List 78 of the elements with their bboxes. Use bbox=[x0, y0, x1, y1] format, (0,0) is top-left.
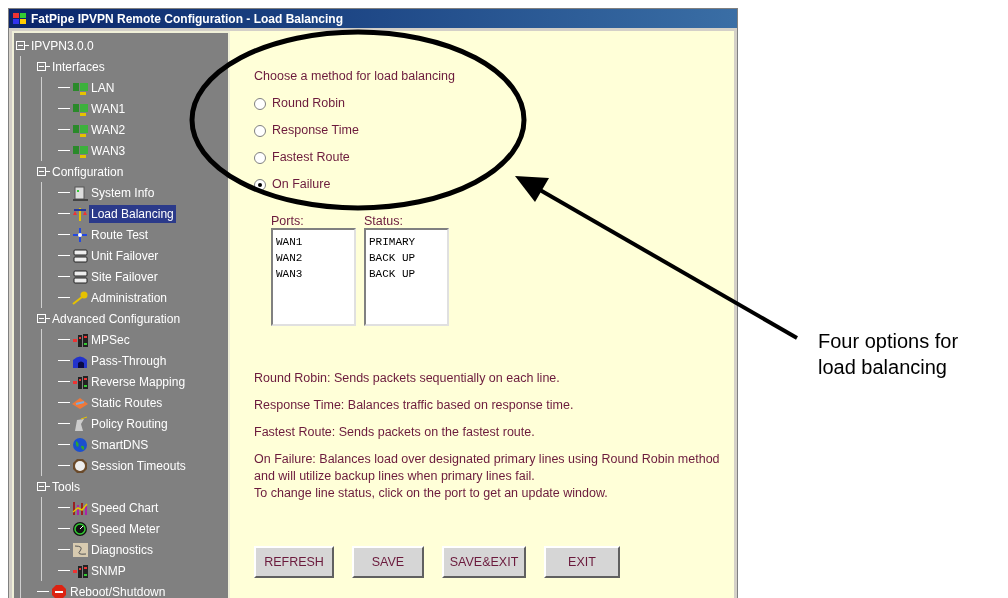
radio-label[interactable]: Fastest Route bbox=[272, 148, 350, 167]
tree-item[interactable]: Site Failover bbox=[89, 267, 160, 286]
tree-item[interactable]: Speed Meter bbox=[89, 519, 162, 538]
list-label: Ports: bbox=[271, 213, 305, 228]
list-item[interactable]: WAN1 bbox=[276, 234, 351, 250]
radio-label[interactable]: Response Time bbox=[272, 121, 359, 140]
drive-stack-icon bbox=[72, 268, 89, 285]
action-button[interactable]: SAVE&EXIT bbox=[442, 546, 526, 578]
tree-item[interactable]: Advanced Configuration bbox=[50, 309, 183, 328]
window-title: FatPipe IPVPN Remote Configuration - Load Balancing bbox=[31, 10, 344, 28]
clock-icon bbox=[72, 457, 89, 474]
scales-icon bbox=[72, 205, 89, 222]
tree-item[interactable]: Route Test bbox=[89, 225, 151, 244]
tree-item[interactable]: Diagnostics bbox=[89, 540, 156, 559]
callout-text: Four options for load balancing bbox=[818, 329, 960, 380]
tree-item[interactable]: Reverse Mapping bbox=[89, 372, 188, 391]
collapse-icon[interactable] bbox=[37, 167, 46, 176]
traffic-lights-icon bbox=[72, 373, 89, 390]
description-text: Response Time: Balances traffic based on response time. bbox=[254, 397, 575, 414]
tree-item[interactable]: Reboot/Shutdown bbox=[68, 582, 168, 598]
tree-item[interactable]: System Info bbox=[89, 183, 157, 202]
tree-item[interactable]: Pass-Through bbox=[89, 351, 169, 370]
tree-item[interactable]: Session Timeouts bbox=[89, 456, 188, 475]
radio-button[interactable] bbox=[254, 97, 266, 110]
tree-item[interactable]: WAN2 bbox=[89, 120, 128, 139]
traffic-lights-icon bbox=[72, 331, 89, 348]
description-text: Round Robin: Sends packets sequentially on each line. bbox=[254, 370, 561, 387]
list-label: Status: bbox=[364, 213, 404, 228]
status-list[interactable]: PRIMARY BACK UP BACK UP bbox=[364, 228, 449, 326]
list-item[interactable]: WAN2 bbox=[276, 250, 351, 266]
radio-label[interactable]: On Failure bbox=[272, 175, 331, 194]
list-item[interactable]: BACK UP bbox=[369, 266, 444, 282]
tree-item[interactable]: WAN3 bbox=[89, 141, 128, 160]
tree-item[interactable]: IPVPN3.0.0 bbox=[29, 36, 96, 55]
prompt-text: Choose a method for load balancing bbox=[254, 68, 456, 85]
action-button[interactable]: EXIT bbox=[544, 546, 620, 578]
tree-item[interactable]: Unit Failover bbox=[89, 246, 161, 265]
tree-item[interactable]: Administration bbox=[89, 288, 170, 307]
tree-item[interactable]: WAN1 bbox=[89, 99, 128, 118]
collapse-icon[interactable] bbox=[16, 41, 25, 50]
tree-item[interactable]: Speed Chart bbox=[89, 498, 161, 517]
description-text: Fastest Route: Sends packets on the fastest route. bbox=[254, 424, 536, 441]
stop-sign-icon bbox=[51, 583, 68, 598]
radio-button[interactable] bbox=[254, 151, 266, 164]
cable-icon bbox=[72, 541, 89, 558]
tree-item[interactable]: Load Balancing bbox=[89, 204, 176, 223]
tree-item[interactable]: SmartDNS bbox=[89, 435, 151, 454]
server-icon bbox=[72, 184, 89, 201]
tree-item[interactable]: Policy Routing bbox=[89, 414, 170, 433]
collapse-icon[interactable] bbox=[37, 482, 46, 491]
collapse-icon[interactable] bbox=[37, 314, 46, 323]
tree-item[interactable]: Tools bbox=[50, 477, 82, 496]
list-item[interactable]: BACK UP bbox=[369, 250, 444, 266]
tree-item[interactable]: MPSec bbox=[89, 330, 132, 349]
radio-label[interactable]: Round Robin bbox=[272, 94, 345, 113]
description-text: To change line status, click on the port to get an update window. bbox=[254, 485, 609, 502]
list-item[interactable]: PRIMARY bbox=[369, 234, 444, 250]
traffic-lights-icon bbox=[72, 562, 89, 579]
tree-item[interactable]: Static Routes bbox=[89, 393, 165, 412]
gauge-icon bbox=[72, 520, 89, 537]
crosshair-icon bbox=[72, 226, 89, 243]
drive-stack-icon bbox=[72, 247, 89, 264]
tree-item[interactable]: Configuration bbox=[50, 162, 126, 181]
list-item[interactable]: WAN3 bbox=[276, 266, 351, 282]
tree-item[interactable]: Interfaces bbox=[50, 57, 107, 76]
ports-list[interactable]: WAN1 WAN2 WAN3 bbox=[271, 228, 356, 326]
sign-icon bbox=[72, 415, 89, 432]
tree-item[interactable]: LAN bbox=[89, 78, 117, 97]
collapse-icon[interactable] bbox=[37, 62, 46, 71]
radio-button[interactable] bbox=[254, 124, 266, 137]
action-button[interactable]: SAVE bbox=[352, 546, 424, 578]
action-button[interactable]: REFRESH bbox=[254, 546, 334, 578]
key-icon bbox=[72, 289, 89, 306]
chart-icon bbox=[72, 499, 89, 516]
app-logo-icon bbox=[13, 12, 27, 25]
description-text: On Failure: Balances load over designated primary lines using Round Robin method and will utilize backup lines when primary lines fail. bbox=[254, 451, 721, 485]
globe-icon bbox=[72, 436, 89, 453]
tree-item[interactable]: SNMP bbox=[89, 561, 128, 580]
